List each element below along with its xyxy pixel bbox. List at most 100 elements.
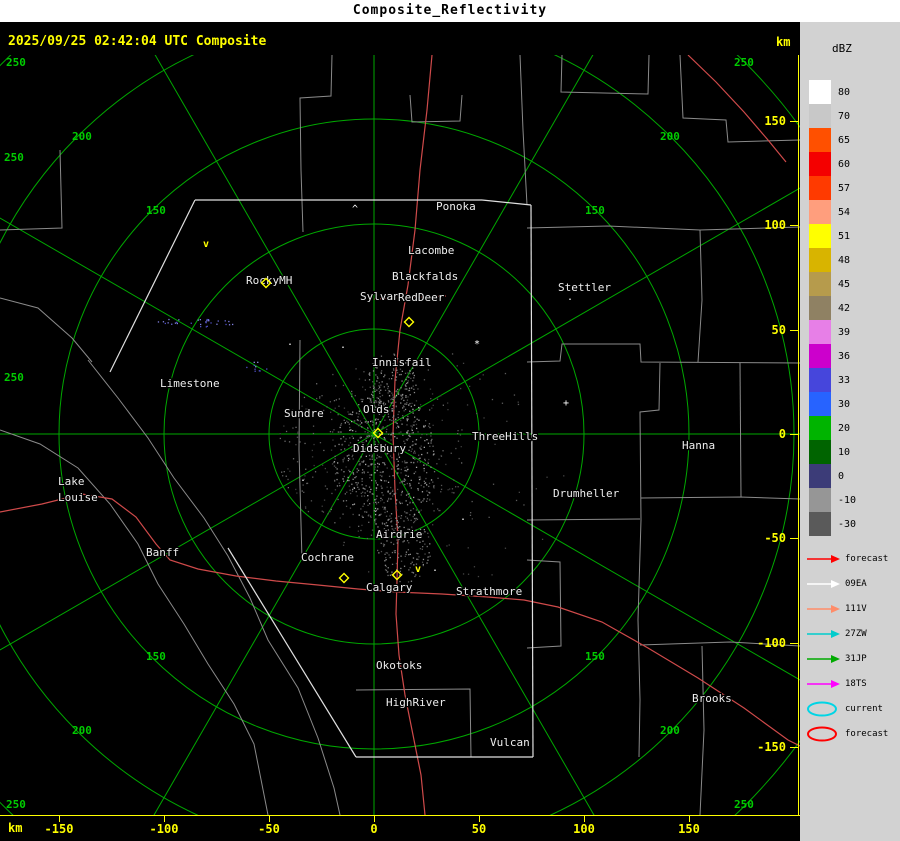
precip-echo — [430, 442, 432, 444]
city-label: Didsbury — [353, 442, 406, 455]
precip-echo — [406, 420, 408, 422]
precip-echo — [383, 545, 385, 547]
precip-echo — [281, 471, 283, 473]
precip-echo — [406, 432, 408, 434]
radar-map[interactable]: 250 200 150 150 200 250 250 200 150 150 200 250 250 2… — [0, 55, 800, 815]
precip-echo — [415, 439, 418, 441]
precip-echo — [462, 362, 465, 364]
precip-echo — [347, 476, 349, 479]
colorbar-value: 0 — [838, 470, 845, 482]
precip-echo — [259, 370, 261, 372]
precip-echo — [412, 444, 414, 446]
precip-echo — [295, 444, 297, 446]
precip-echo — [369, 491, 371, 493]
precip-echo — [402, 480, 404, 482]
precip-echo — [412, 462, 415, 464]
precip-echo — [405, 516, 407, 518]
precip-echo — [393, 398, 396, 400]
colorbar-entry: 39 — [809, 320, 856, 344]
precip-echo — [404, 460, 406, 462]
precip-echo — [342, 461, 344, 463]
precip-echo — [384, 374, 386, 376]
precip-echo — [356, 484, 358, 486]
precip-echo — [517, 403, 520, 406]
legend-arrow-icon — [807, 679, 840, 688]
precip-echo — [367, 498, 369, 501]
precip-echo — [323, 499, 326, 501]
precip-echo — [404, 388, 406, 390]
precip-echo — [451, 488, 454, 490]
precip-echo — [432, 481, 434, 483]
precip-echo — [428, 425, 430, 427]
county-boundary — [0, 297, 93, 363]
precip-echo — [367, 397, 369, 399]
precip-echo — [397, 416, 399, 419]
precip-echo — [336, 468, 338, 470]
precip-echo — [361, 480, 363, 482]
colorbar-entry: 54 — [809, 200, 856, 224]
city-label: Innisfail — [372, 356, 432, 369]
precip-echo — [504, 547, 507, 549]
precip-echo — [360, 456, 362, 458]
precip-echo — [393, 460, 395, 462]
precip-echo — [342, 500, 345, 502]
precip-echo — [412, 412, 414, 414]
precip-echo — [376, 389, 378, 391]
precip-echo — [405, 494, 408, 496]
precip-echo — [335, 466, 337, 469]
precip-echo — [361, 495, 363, 497]
precip-echo — [395, 427, 398, 429]
precip-echo — [349, 526, 351, 528]
precip-echo — [421, 561, 424, 563]
precip-echo — [322, 464, 324, 466]
city-label: ThreeHills — [472, 430, 538, 443]
precip-echo — [366, 490, 369, 492]
precip-echo — [368, 373, 370, 375]
precip-echo — [321, 510, 323, 512]
colorbar-entry: 0 — [809, 464, 856, 488]
precip-echo — [412, 373, 414, 375]
precip-echo — [440, 484, 443, 487]
precip-echo — [228, 320, 230, 323]
precip-echo — [415, 519, 417, 521]
precip-echo — [375, 374, 377, 376]
legend-item: 18TS — [805, 671, 888, 696]
city-label: HighRiver — [386, 696, 446, 709]
precip-echo — [287, 487, 289, 489]
precip-echo — [348, 413, 350, 415]
precip-echo — [419, 548, 422, 550]
precip-echo — [351, 390, 353, 393]
precip-echo — [392, 394, 394, 396]
precip-echo — [376, 380, 378, 382]
city-label: Calgary — [366, 581, 413, 594]
precip-echo — [419, 541, 421, 543]
precip-echo — [345, 438, 347, 440]
precip-echo — [491, 398, 494, 401]
precip-echo — [404, 479, 407, 481]
precip-echo — [216, 323, 218, 325]
precip-echo — [372, 395, 374, 397]
precip-echo — [404, 372, 407, 374]
precip-echo — [303, 491, 305, 493]
precip-echo — [392, 475, 394, 477]
precip-echo — [405, 395, 407, 397]
colorbar-entry: 80 — [809, 80, 856, 104]
precip-echo — [391, 551, 394, 554]
precip-echo — [381, 487, 383, 489]
precip-echo — [416, 518, 419, 520]
precip-echo — [352, 411, 354, 413]
precip-echo — [380, 513, 382, 515]
precip-echo — [405, 439, 408, 441]
precip-echo — [422, 563, 424, 566]
precip-echo — [301, 490, 303, 492]
precip-echo — [375, 513, 377, 516]
precip-echo — [348, 454, 350, 456]
precip-echo — [488, 516, 490, 518]
precip-echo — [364, 379, 366, 381]
precip-echo — [420, 445, 422, 447]
precip-echo — [343, 458, 345, 461]
precip-echo — [350, 492, 352, 495]
precip-echo — [384, 553, 386, 555]
precip-echo — [535, 488, 537, 490]
city-label: Sundre — [284, 407, 324, 420]
